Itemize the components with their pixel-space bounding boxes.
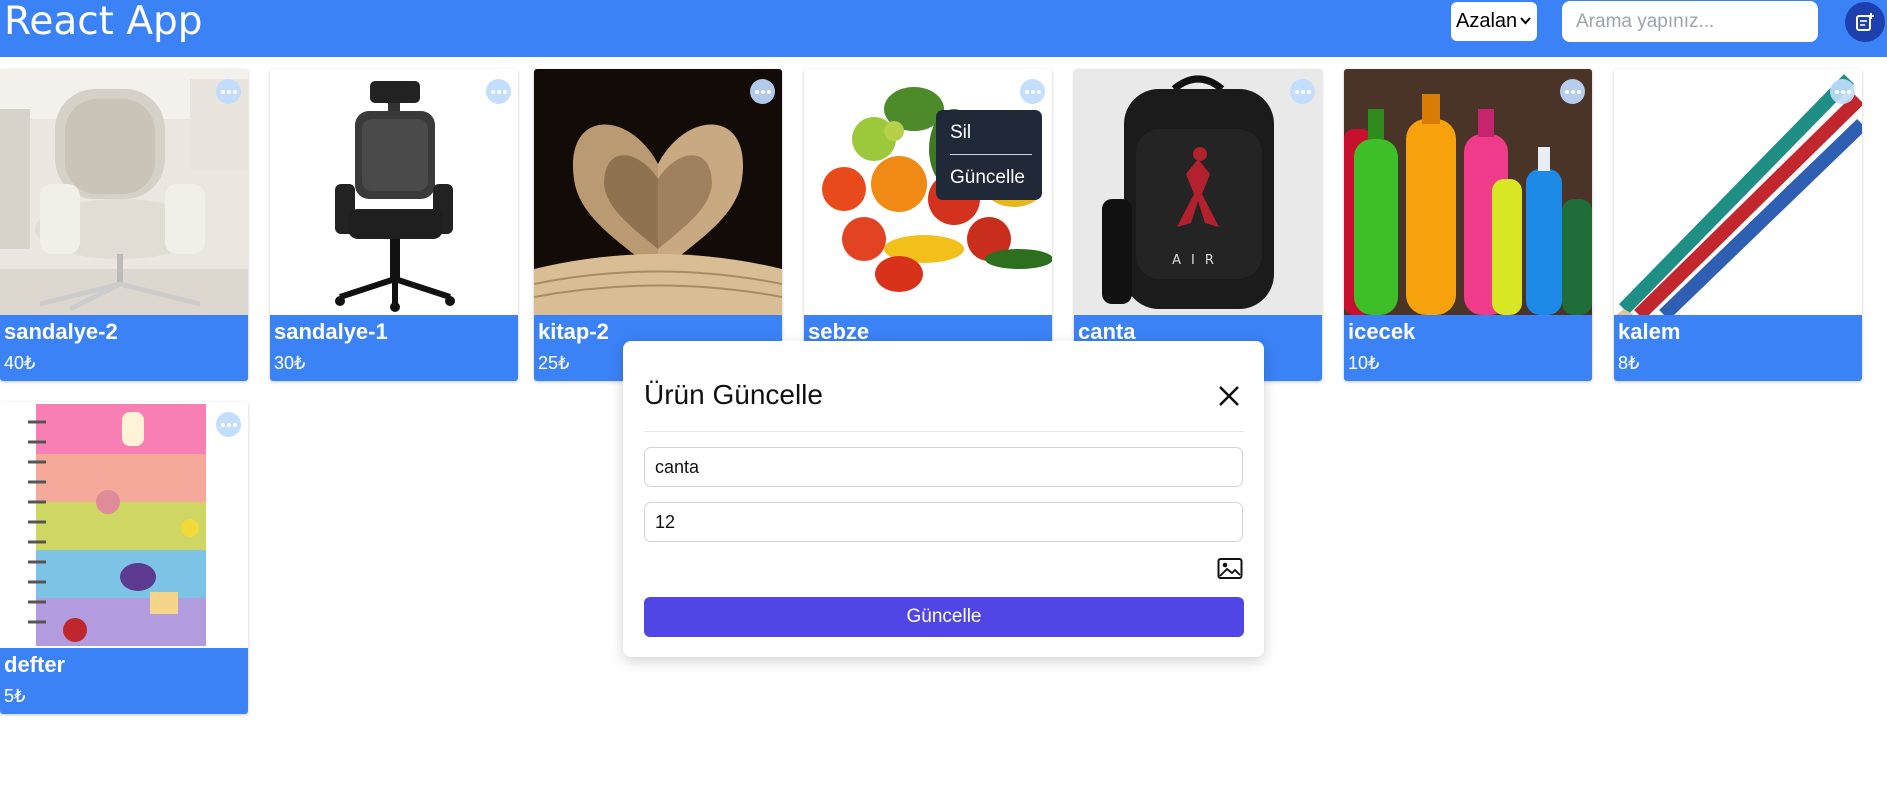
product-footer: kalem 8₺ <box>1614 315 1862 381</box>
product-price: 5₺ <box>4 686 26 706</box>
product-name: sandalye-2 <box>4 319 118 344</box>
close-icon <box>1219 386 1239 406</box>
delete-menu-item[interactable]: Sil <box>950 122 971 144</box>
sort-select-value: Azalan <box>1456 10 1518 32</box>
more-options-button[interactable] <box>486 79 511 104</box>
product-price: 25₺ <box>538 353 570 373</box>
product-image <box>270 69 518 315</box>
sort-select[interactable]: Azalan <box>1451 2 1537 41</box>
product-footer: sandalye-2 40₺ <box>0 315 248 381</box>
card-context-menu: Sil Güncelle <box>936 110 1042 200</box>
product-card: icecek 10₺ <box>1344 69 1592 381</box>
product-image <box>1344 69 1592 315</box>
product-name: icecek <box>1348 319 1416 344</box>
product-card: AIR canta <box>1074 69 1322 381</box>
update-product-modal: Ürün Güncelle Güncelle <box>623 341 1264 657</box>
more-options-button[interactable] <box>1290 79 1315 104</box>
product-name: kalem <box>1618 319 1681 344</box>
close-button[interactable] <box>1217 384 1241 408</box>
product-name-input[interactable] <box>644 447 1243 487</box>
more-options-button[interactable] <box>1020 79 1045 104</box>
product-image <box>0 402 248 648</box>
app-title: React App <box>4 0 203 44</box>
product-footer: sandalye-1 30₺ <box>270 315 518 381</box>
search-input[interactable] <box>1562 1 1818 42</box>
more-options-button[interactable] <box>216 79 241 104</box>
app-header: React App Azalan <box>0 0 1887 57</box>
product-name: sandalye-1 <box>274 319 388 344</box>
product-price: 10₺ <box>1348 353 1380 373</box>
more-options-button[interactable] <box>1560 79 1585 104</box>
modal-divider <box>644 431 1244 432</box>
update-submit-button[interactable]: Güncelle <box>644 597 1244 637</box>
more-options-button[interactable] <box>216 412 241 437</box>
product-card: sandalye-2 40₺ <box>0 69 248 381</box>
product-name: kitap-2 <box>538 319 609 344</box>
product-card: sandalye-1 30₺ <box>270 69 518 381</box>
modal-title: Ürün Güncelle <box>644 379 823 410</box>
product-name: defter <box>4 652 66 677</box>
product-price-input[interactable] <box>644 502 1243 542</box>
product-image <box>534 69 782 315</box>
chevron-down-icon <box>1520 2 1531 56</box>
image-icon <box>1217 558 1243 579</box>
menu-divider <box>950 154 1032 155</box>
product-image <box>1614 69 1862 315</box>
product-card: kitap-2 25₺ <box>534 69 782 381</box>
product-card: kalem 8₺ <box>1614 69 1862 381</box>
update-menu-item[interactable]: Güncelle <box>950 167 1025 189</box>
product-price: 8₺ <box>1618 353 1640 373</box>
product-price: 30₺ <box>274 353 306 373</box>
product-price: 40₺ <box>4 353 36 373</box>
image-upload-button[interactable] <box>1217 557 1243 581</box>
product-footer: icecek 10₺ <box>1344 315 1592 381</box>
product-footer: defter 5₺ <box>0 648 248 714</box>
product-image <box>0 69 248 315</box>
more-options-button[interactable] <box>750 79 775 104</box>
product-image: AIR <box>1074 69 1322 315</box>
more-options-button[interactable] <box>1830 79 1855 104</box>
add-product-button[interactable] <box>1845 2 1885 42</box>
svg-text:AIR: AIR <box>1172 253 1224 268</box>
product-card: defter 5₺ <box>0 402 248 714</box>
add-note-icon <box>1856 13 1874 31</box>
